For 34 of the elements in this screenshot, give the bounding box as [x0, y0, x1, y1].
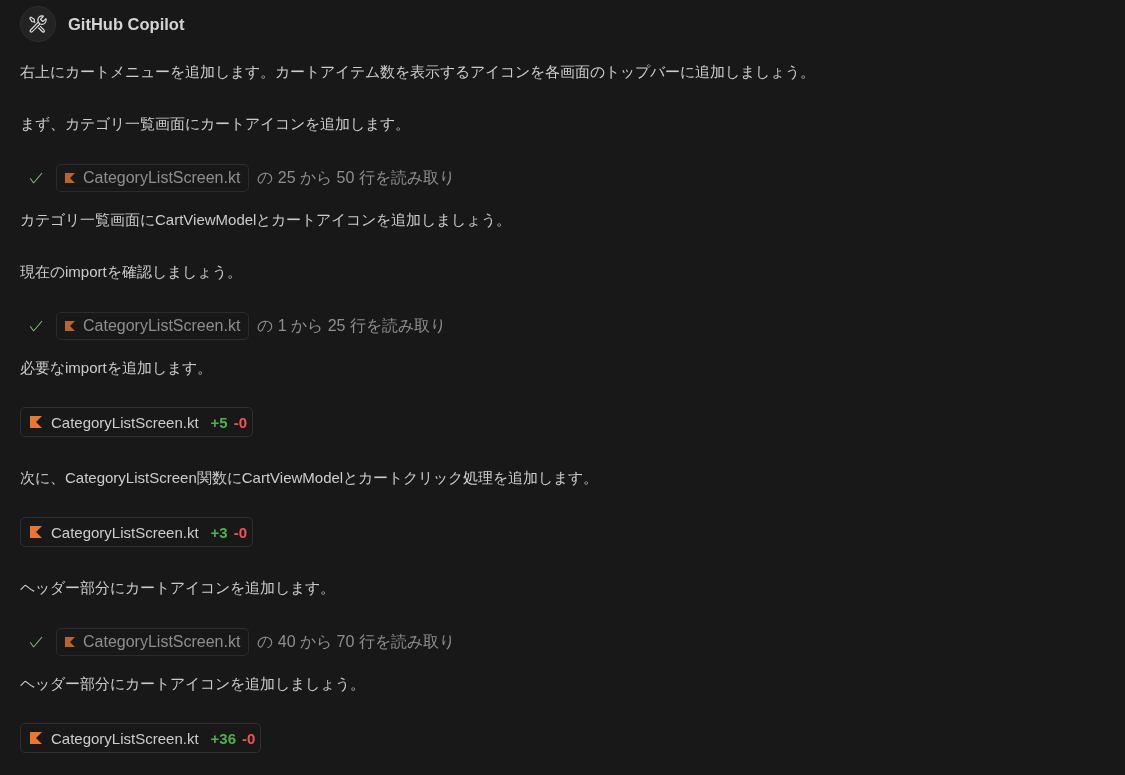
kotlin-file-icon — [30, 416, 42, 428]
agent-name: GitHub Copilot — [68, 14, 185, 34]
removed-lines-count: -0 — [233, 413, 248, 431]
message-text: ヘッダー部分にカートアイコンを追加します。 — [20, 578, 336, 598]
kotlin-file-icon — [65, 637, 75, 647]
added-lines-count: +3 — [210, 523, 228, 541]
removed-lines-count: -0 — [233, 523, 248, 541]
file-link[interactable]: CategoryListScreen.kt — [56, 164, 250, 192]
file-name: CategoryListScreen.kt — [51, 523, 199, 541]
kotlin-file-icon — [30, 526, 42, 538]
kotlin-file-icon — [65, 321, 75, 331]
added-lines-count: +5 — [210, 413, 228, 431]
file-link[interactable]: CategoryListScreen.kt — [56, 312, 250, 340]
read-status-text: の 40 から 70 行を読み取り — [257, 631, 455, 652]
file-change-pill[interactable]: CategoryListScreen.kt +5 -0 — [20, 407, 254, 437]
file-name: CategoryListScreen.kt — [51, 413, 199, 431]
message-text: 現在のimportを確認しましょう。 — [20, 262, 243, 282]
kotlin-file-icon — [65, 173, 75, 183]
added-lines-count: +36 — [210, 729, 237, 747]
message-text: 次に、CategoryListScreen関数にCartViewModelとカートクリック処理を追加します。 — [20, 468, 600, 488]
file-name: CategoryListScreen.kt — [51, 729, 199, 747]
message-text: まず、カテゴリ一覧画面にカートアイコンを追加します。 — [20, 114, 411, 134]
read-status-text: の 1 から 25 行を読み取り — [257, 315, 446, 336]
file-link[interactable]: CategoryListScreen.kt — [56, 628, 250, 656]
message-text: ヘッダー部分にカートアイコンを追加しましょう。 — [20, 674, 366, 694]
read-status-text: の 25 から 50 行を読み取り — [257, 167, 455, 188]
message-text: 右上にカートメニューを追加します。カートアイテム数を表示するアイコンを各画面のトップバーに追加しましょう。 — [20, 62, 816, 82]
message-text: カテゴリ一覧画面にCartViewModelとカートアイコンを追加しましょう。 — [20, 210, 513, 230]
file-change-pill[interactable]: CategoryListScreen.kt +36 -0 — [20, 723, 262, 753]
file-change-pill[interactable]: CategoryListScreen.kt +3 -0 — [20, 517, 254, 547]
tools-icon — [20, 6, 56, 42]
message-text: 必要なimportを追加します。 — [20, 358, 213, 378]
removed-lines-count: -0 — [242, 729, 256, 747]
kotlin-file-icon — [30, 732, 42, 744]
